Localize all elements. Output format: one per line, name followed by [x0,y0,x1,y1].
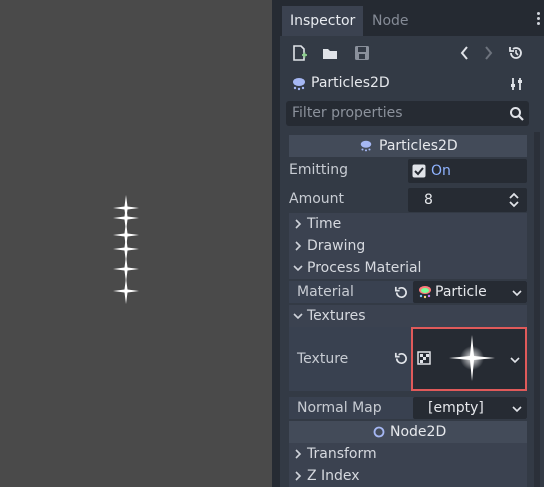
particles-icon [293,78,305,91]
group-label: Drawing [307,238,366,254]
chevron-right-icon [295,449,302,459]
selected-object-row[interactable]: Particles2D [280,70,544,98]
chevron-down-icon[interactable] [512,288,522,298]
group-label: Transform [307,446,377,462]
save-icon[interactable] [353,44,371,62]
texture-highlight-box [411,327,527,391]
inspector-panel: Inspector Node Particles2D Filter proper… [280,0,544,487]
section-header-node2d[interactable]: Node2D [289,421,527,443]
emitting-value: On [431,163,451,179]
history-forward-icon[interactable] [479,44,497,62]
chevron-down-icon [293,265,303,272]
filter-placeholder: Filter properties [292,105,403,121]
group-label: Textures [307,308,366,324]
material-resource-picker[interactable]: Particle [413,281,527,303]
group-label: Z Index [307,468,360,484]
canvas-viewport[interactable] [0,0,272,487]
property-emitting: Emitting On [289,159,527,183]
group-process-material[interactable]: Process Material [289,257,527,279]
dock-menu-icon[interactable] [536,12,542,27]
chevron-right-icon [295,219,302,229]
chevron-right-icon [295,471,302,481]
chevron-right-icon [295,241,302,251]
property-amount: Amount 8 [289,188,527,212]
tab-inspector[interactable]: Inspector [282,6,364,36]
section-header-particles2d[interactable]: Particles2D [289,135,527,157]
section-title: Particles2D [379,138,458,154]
node2d-icon [373,426,385,438]
open-folder-icon[interactable] [321,44,339,62]
property-label: Amount [289,191,345,207]
inspector-scrollbar[interactable] [534,132,540,487]
object-name: Particles2D [311,75,390,91]
chevron-down-icon [293,313,303,320]
group-time[interactable]: Time [289,213,527,235]
amount-value: 8 [424,192,433,208]
checkbox-checked-icon [412,164,426,178]
new-resource-icon[interactable] [290,44,308,62]
particle-sparkle [113,278,139,304]
particles-icon [360,140,372,152]
property-label: Emitting [289,162,349,178]
search-icon [510,107,524,121]
property-normal-map: Normal Map [empty] [289,397,527,419]
panel-splitter[interactable] [272,0,280,487]
particles-material-icon [419,286,431,299]
property-material: Material Particle [289,281,527,303]
normal-map-value: [empty] [428,400,484,416]
group-z-index[interactable]: Z Index [289,465,527,487]
group-drawing[interactable]: Drawing [289,235,527,257]
group-transform[interactable]: Transform [289,443,527,465]
group-label: Time [307,216,342,232]
property-label: Material [297,284,354,300]
material-value: Particle [435,284,487,300]
updown-arrows-icon[interactable] [508,192,520,208]
revert-icon[interactable] [393,285,408,300]
object-settings-icon[interactable] [509,76,525,92]
amount-spinbox[interactable]: 8 [408,188,527,212]
chevron-down-icon[interactable] [512,404,522,414]
emitting-toggle[interactable]: On [408,159,527,183]
normal-map-resource-picker[interactable]: [empty] [413,397,527,419]
section-title: Node2D [390,424,447,440]
history-back-icon[interactable] [456,44,474,62]
object-history-icon[interactable] [507,44,525,62]
property-label: Normal Map [297,400,382,416]
group-textures[interactable]: Textures [289,305,527,327]
group-label: Process Material [307,260,422,276]
dock-tabbar: Inspector Node [280,0,544,36]
property-label: Texture [297,351,349,367]
tab-node[interactable]: Node [364,6,417,36]
filter-properties-input[interactable]: Filter properties [286,101,529,126]
revert-icon[interactable] [393,351,408,366]
inspector-toolbar [280,38,544,68]
